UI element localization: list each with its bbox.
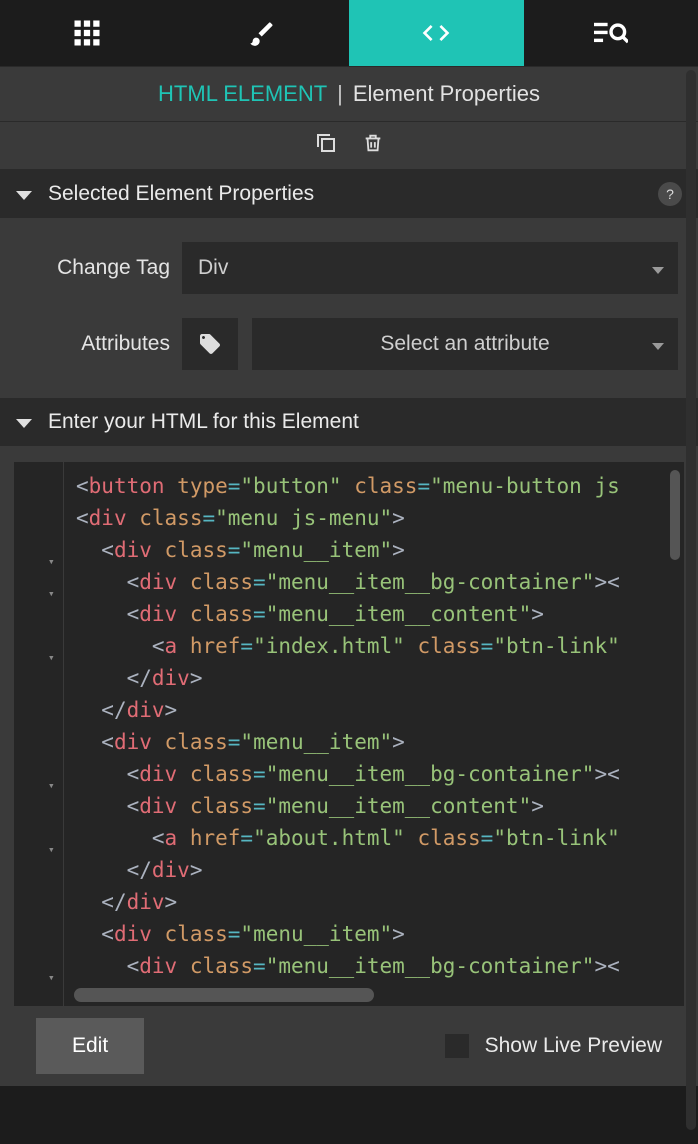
attributes-select[interactable]: Select an attribute bbox=[252, 318, 678, 370]
tab-grid[interactable] bbox=[0, 0, 175, 66]
attributes-label: Attributes bbox=[20, 332, 170, 356]
section-html-header[interactable]: Enter your HTML for this Element bbox=[0, 398, 698, 446]
editor-vertical-scrollbar[interactable] bbox=[670, 470, 680, 560]
breadcrumb-separator: | bbox=[337, 81, 343, 107]
tab-search[interactable] bbox=[524, 0, 698, 66]
section-title: Selected Element Properties bbox=[48, 182, 658, 206]
change-tag-value: Div bbox=[198, 256, 228, 280]
breadcrumb-properties: Element Properties bbox=[353, 81, 540, 107]
attributes-row: Attributes Select an attribute bbox=[20, 318, 678, 370]
change-tag-select[interactable]: Div bbox=[182, 242, 678, 294]
section-selected-properties-header[interactable]: Selected Element Properties ? bbox=[0, 170, 698, 218]
breadcrumb: HTML ELEMENT | Element Properties bbox=[0, 66, 698, 122]
tab-code[interactable] bbox=[349, 0, 524, 66]
panel-scrollbar[interactable] bbox=[686, 70, 696, 1130]
edit-button[interactable]: Edit bbox=[36, 1018, 144, 1074]
live-preview-checkbox[interactable] bbox=[445, 1034, 469, 1058]
brush-icon bbox=[248, 19, 276, 47]
code-gutter: ▾▾▾▾▾▾ bbox=[14, 462, 64, 1006]
help-icon[interactable]: ? bbox=[658, 182, 682, 206]
chevron-down-icon bbox=[16, 182, 32, 206]
chevron-down-icon bbox=[652, 256, 664, 280]
attributes-placeholder: Select an attribute bbox=[380, 332, 549, 356]
trash-icon[interactable] bbox=[362, 131, 384, 160]
section-title: Enter your HTML for this Element bbox=[48, 410, 682, 434]
top-tab-bar bbox=[0, 0, 698, 66]
search-list-icon bbox=[594, 19, 628, 47]
footer: Edit Show Live Preview bbox=[0, 1006, 698, 1086]
code-lines: <button type="button" class="menu-button… bbox=[14, 462, 684, 982]
chevron-down-icon bbox=[16, 410, 32, 434]
tag-icon[interactable] bbox=[182, 318, 238, 370]
tab-styles[interactable] bbox=[175, 0, 350, 66]
grid-icon bbox=[72, 18, 102, 48]
action-bar bbox=[0, 122, 698, 170]
properties-body: Change Tag Div Attributes Select an attr… bbox=[0, 218, 698, 398]
change-tag-row: Change Tag Div bbox=[20, 242, 678, 294]
breadcrumb-element[interactable]: HTML ELEMENT bbox=[158, 81, 327, 107]
change-tag-label: Change Tag bbox=[20, 256, 170, 280]
code-editor[interactable]: ▾▾▾▾▾▾ <button type="button" class="menu… bbox=[14, 462, 684, 1006]
editor-horizontal-scrollbar[interactable] bbox=[74, 988, 374, 1002]
code-icon bbox=[420, 17, 452, 49]
code-area: ▾▾▾▾▾▾ <button type="button" class="menu… bbox=[0, 446, 698, 1006]
live-preview-label: Show Live Preview bbox=[485, 1034, 662, 1058]
copy-icon[interactable] bbox=[314, 131, 338, 160]
chevron-down-icon bbox=[652, 332, 664, 356]
